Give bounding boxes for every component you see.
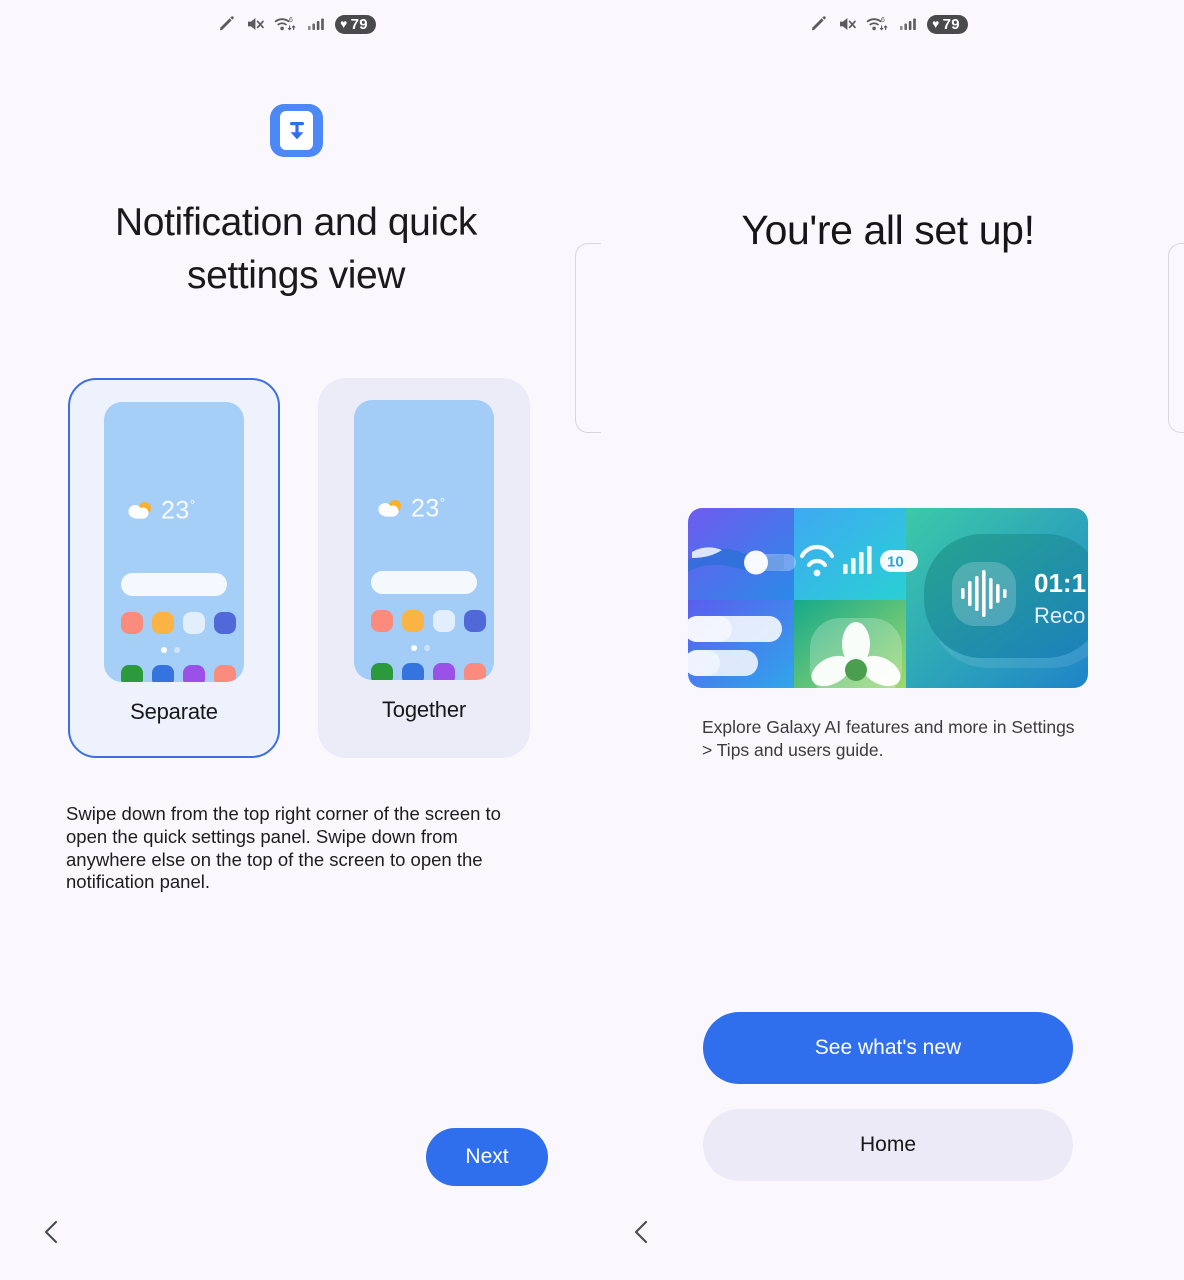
quick-toggle-row-1	[371, 610, 486, 632]
svg-text:6: 6	[881, 17, 885, 24]
signal-icon	[308, 18, 324, 30]
weather-widget: 23°	[376, 496, 446, 521]
stylus-icon	[220, 16, 234, 31]
next-button[interactable]: Next	[426, 1128, 548, 1186]
option-card-separate[interactable]: 23° Separate	[68, 378, 280, 758]
weather-temperature: 23°	[161, 496, 196, 525]
partly-cloudy-icon	[128, 501, 151, 519]
galaxy-ai-caption: Explore Galaxy AI features and more in S…	[702, 717, 1075, 760]
heart-icon: ♥	[340, 17, 348, 31]
galaxy-ai-features-illustration: 10 01:1 Reco	[688, 508, 1088, 688]
signal-icon	[900, 18, 916, 30]
wifi-icon: 6	[274, 17, 296, 31]
partly-cloudy-icon	[378, 499, 401, 517]
chevron-left-icon	[634, 1220, 648, 1244]
weather-widget: 23°	[126, 498, 196, 523]
quick-toggle-row-1	[121, 612, 236, 634]
badge-value: 10	[887, 554, 904, 571]
phone-preview-separate: 23°	[104, 402, 244, 682]
option-card-together[interactable]: 23° Together	[318, 378, 530, 758]
battery-indicator: ♥ 79	[927, 14, 968, 34]
phone-preview-together: 23°	[354, 400, 494, 680]
notification-panel-icon-inner	[280, 111, 313, 150]
battery-level: 79	[350, 15, 368, 33]
heart-icon: ♥	[932, 17, 940, 31]
option-label-together: Together	[381, 697, 466, 722]
notification-bar-preview	[371, 571, 477, 594]
svg-text:6: 6	[289, 17, 293, 24]
panel-edge-left	[575, 243, 601, 433]
see-whats-new-button[interactable]: See what's new	[703, 1012, 1073, 1084]
page-indicator	[411, 645, 430, 651]
page-title-left: Notification and quick settings view	[115, 201, 477, 297]
notification-bar-preview	[121, 573, 227, 596]
stylus-icon	[812, 16, 826, 31]
page-title-right: You're all set up!	[741, 207, 1035, 253]
quick-toggle-row-2	[121, 665, 236, 682]
recording-time: 01:1	[1034, 568, 1086, 598]
battery-level: 79	[942, 15, 960, 33]
home-button[interactable]: Home	[703, 1109, 1073, 1181]
chevron-left-icon	[44, 1220, 58, 1244]
option-label-separate: Separate	[130, 699, 218, 724]
view-option-group: 23° Separate 23° Together	[68, 378, 530, 758]
panel-edge-right	[1168, 243, 1184, 433]
status-bar-right: 6 ♥ 79	[592, 0, 1184, 48]
status-bar-left: 6 ♥ 79	[0, 0, 592, 48]
back-button-left[interactable]	[32, 1212, 72, 1252]
recording-label: Reco	[1034, 603, 1085, 628]
mute-icon	[840, 18, 856, 30]
quick-toggle-row-2	[371, 663, 486, 680]
weather-temperature: 23°	[411, 494, 446, 523]
notification-panel-icon	[270, 104, 323, 157]
wifi-icon: 6	[866, 17, 888, 31]
battery-indicator: ♥ 79	[335, 14, 376, 34]
page-indicator	[161, 647, 180, 653]
onboarding-screen: 6 ♥ 79 6 ♥ 79 Notification and quick set…	[0, 0, 1184, 1280]
description-text: Swipe down from the top right corner of …	[66, 803, 501, 893]
mute-icon	[248, 18, 264, 30]
back-button-right[interactable]	[622, 1212, 662, 1252]
